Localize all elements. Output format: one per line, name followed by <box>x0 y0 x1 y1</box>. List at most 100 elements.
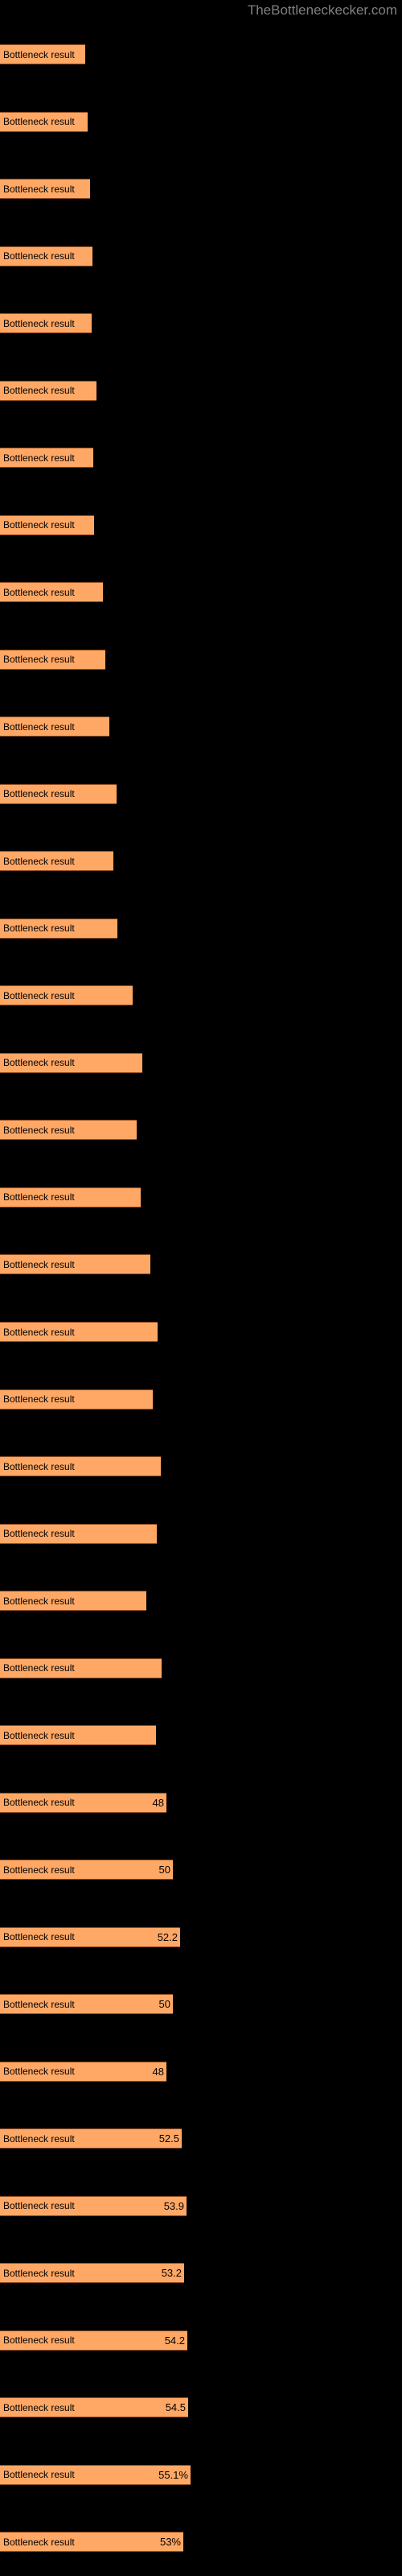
bar[interactable]: Bottleneck result <box>0 1322 158 1342</box>
bar[interactable]: Bottleneck result <box>0 448 93 469</box>
bar[interactable]: Bottleneck result <box>0 44 85 64</box>
bar[interactable]: Bottleneck result <box>0 716 109 737</box>
bar-row[interactable]: Bottleneck result <box>0 1366 402 1434</box>
bar[interactable]: Bottleneck result <box>0 1389 153 1410</box>
bar[interactable]: Bottleneck result 52.2 <box>0 1926 180 1947</box>
bar-row[interactable]: Bottleneck result 52.2 <box>0 1904 402 1971</box>
bar-label: Bottleneck result <box>3 1393 75 1406</box>
site-title: TheBottleneckecker.com <box>247 2 397 18</box>
bar-value: 53% <box>159 2536 181 2549</box>
bar-value: 50 <box>158 1998 170 2011</box>
bar-label: Bottleneck result <box>3 1460 75 1472</box>
bar-label: Bottleneck result <box>3 2267 75 2279</box>
bar-row[interactable]: Bottleneck result <box>0 1298 402 1366</box>
bar-row[interactable]: Bottleneck result <box>0 626 402 694</box>
bar-row[interactable]: Bottleneck result <box>0 559 402 626</box>
bar[interactable]: Bottleneck result <box>0 313 92 334</box>
bar-row[interactable]: Bottleneck result <box>0 1164 402 1232</box>
bar[interactable]: Bottleneck result <box>0 783 117 804</box>
bar-row[interactable]: Bottleneck result <box>0 1231 402 1298</box>
bar-label: Bottleneck result <box>3 1998 75 2010</box>
bar-row[interactable]: Bottleneck result 48 <box>0 2038 402 2106</box>
bar[interactable]: Bottleneck result 50 <box>0 1994 173 2015</box>
bar[interactable]: Bottleneck result <box>0 1523 157 1544</box>
bar[interactable]: Bottleneck result <box>0 649 105 670</box>
bar-row[interactable]: Bottleneck result <box>0 21 402 89</box>
bar[interactable]: Bottleneck result <box>0 1120 137 1141</box>
bar-row[interactable]: Bottleneck result <box>0 290 402 357</box>
bar-row[interactable]: Bottleneck result 54.5 <box>0 2374 402 2442</box>
bar-label: Bottleneck result <box>3 1191 75 1203</box>
bar[interactable]: Bottleneck result 53% <box>0 2532 183 2553</box>
bar[interactable]: Bottleneck result 53.2 <box>0 2263 184 2284</box>
bar[interactable]: Bottleneck result 54.5 <box>0 2397 188 2418</box>
bar[interactable]: Bottleneck result <box>0 918 117 939</box>
bar-row[interactable]: Bottleneck result <box>0 895 402 963</box>
bar-row[interactable]: Bottleneck result <box>0 1433 402 1501</box>
bar-row[interactable]: Bottleneck result <box>0 1501 402 1568</box>
bar[interactable]: Bottleneck result <box>0 1725 156 1746</box>
bar-label: Bottleneck result <box>3 2469 75 2481</box>
bar[interactable]: Bottleneck result 54.2 <box>0 2330 187 2351</box>
bar-row[interactable]: Bottleneck result <box>0 223 402 291</box>
bar[interactable]: Bottleneck result 52.5 <box>0 2128 182 2149</box>
bar-row[interactable]: Bottleneck result 53.9 <box>0 2173 402 2240</box>
bar[interactable]: Bottleneck result <box>0 1456 161 1477</box>
bar-row[interactable]: Bottleneck result 55.1% <box>0 2442 402 2509</box>
bar-value: 55.1% <box>158 2468 188 2481</box>
bar-row[interactable]: Bottleneck result 53% <box>0 2508 402 2576</box>
bar-label: Bottleneck result <box>3 2132 75 2145</box>
bar-value: 53.9 <box>163 2199 184 2212</box>
bar-label: Bottleneck result <box>3 1595 75 1607</box>
bar-label: Bottleneck result <box>3 2200 75 2212</box>
bar-row[interactable]: Bottleneck result <box>0 1030 402 1097</box>
bar-label: Bottleneck result <box>3 385 75 397</box>
bar-row[interactable]: Bottleneck result <box>0 424 402 492</box>
bar[interactable]: Bottleneck result <box>0 246 92 266</box>
bar[interactable]: Bottleneck result 53.9 <box>0 2195 187 2216</box>
bar-value: 52.2 <box>157 1930 178 1943</box>
bar[interactable]: Bottleneck result 48 <box>0 1792 166 1813</box>
bar[interactable]: Bottleneck result <box>0 851 113 872</box>
bar[interactable]: Bottleneck result <box>0 380 96 401</box>
bar-row[interactable]: Bottleneck result <box>0 828 402 895</box>
bar-row[interactable]: Bottleneck result 48 <box>0 1769 402 1837</box>
bar-row[interactable]: Bottleneck result <box>0 155 402 223</box>
bar-label: Bottleneck result <box>3 1326 75 1338</box>
bar-row[interactable]: Bottleneck result <box>0 962 402 1030</box>
bar-label: Bottleneck result <box>3 923 75 935</box>
bar[interactable]: Bottleneck result <box>0 1187 141 1208</box>
bar-row[interactable]: Bottleneck result <box>0 693 402 761</box>
bar-label: Bottleneck result <box>3 519 75 531</box>
bar-value: 54.2 <box>164 2334 185 2347</box>
bar-row[interactable]: Bottleneck result <box>0 1635 402 1703</box>
bar-row[interactable]: Bottleneck result 50 <box>0 1971 402 2038</box>
bar[interactable]: Bottleneck result <box>0 179 90 200</box>
bar[interactable]: Bottleneck result <box>0 111 88 132</box>
bar[interactable]: Bottleneck result <box>0 1591 146 1612</box>
bar-row[interactable]: Bottleneck result <box>0 1702 402 1769</box>
bar-row[interactable]: Bottleneck result <box>0 1567 402 1635</box>
bottleneck-bar-chart: Bottleneck result Bottleneck result Bottle… <box>0 21 402 2576</box>
bar-row[interactable]: Bottleneck result 53.2 <box>0 2240 402 2307</box>
bar-label: Bottleneck result <box>3 2401 75 2413</box>
bar[interactable]: Bottleneck result <box>0 1052 142 1073</box>
bar[interactable]: Bottleneck result <box>0 514 94 535</box>
bar[interactable]: Bottleneck result <box>0 1657 162 1678</box>
bar-row[interactable]: Bottleneck result 54.2 <box>0 2307 402 2375</box>
bar[interactable]: Bottleneck result <box>0 1254 150 1275</box>
bar[interactable]: Bottleneck result 50 <box>0 1860 173 1880</box>
bar[interactable]: Bottleneck result 48 <box>0 2061 166 2082</box>
bar-row[interactable]: Bottleneck result <box>0 492 402 559</box>
bar-label: Bottleneck result <box>3 654 75 666</box>
bar-label: Bottleneck result <box>3 1729 75 1741</box>
bar-row[interactable]: Bottleneck result 52.5 <box>0 2105 402 2173</box>
bar-row[interactable]: Bottleneck result <box>0 761 402 828</box>
bar-row[interactable]: Bottleneck result <box>0 357 402 425</box>
bar-row[interactable]: Bottleneck result 50 <box>0 1836 402 1904</box>
bar[interactable]: Bottleneck result <box>0 582 103 603</box>
bar[interactable]: Bottleneck result 55.1% <box>0 2464 191 2485</box>
bar-row[interactable]: Bottleneck result <box>0 1096 402 1164</box>
bar-row[interactable]: Bottleneck result <box>0 89 402 156</box>
bar[interactable]: Bottleneck result <box>0 985 133 1006</box>
